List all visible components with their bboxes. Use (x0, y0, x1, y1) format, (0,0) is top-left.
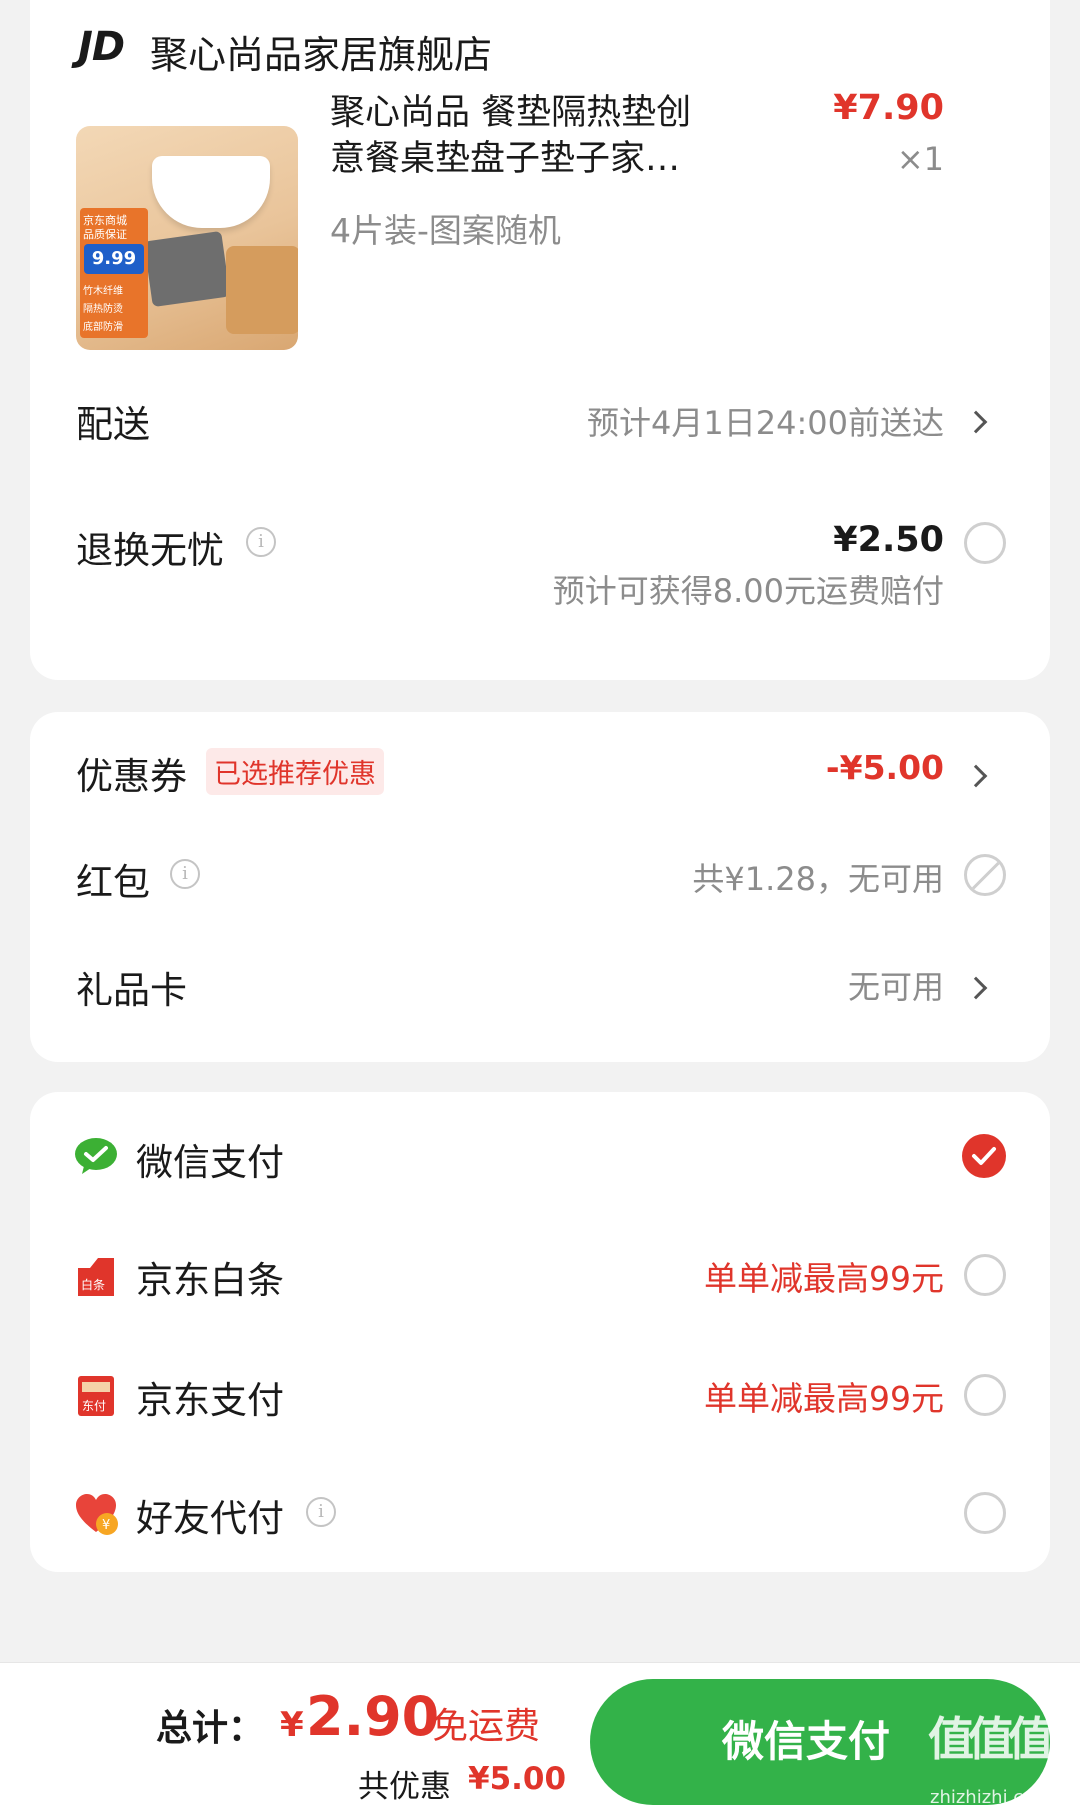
checked-radio-icon[interactable] (962, 1134, 1006, 1178)
image-tag: 品质保证 (83, 228, 127, 241)
disabled-radio-icon (964, 854, 1006, 896)
order-card: JD 聚心尚品家居旗舰店 京东商城 品质保证 9.99 竹木纤维 隔热防烫 底部… (30, 0, 1050, 680)
gift-card-value: 无可用 (847, 968, 944, 1006)
shipping-free-label: 免运费 (432, 1706, 541, 1747)
delivery-label: 配送 (76, 403, 150, 446)
discount-card: 优惠券 已选推荐优惠 -¥5.00 红包 i 共¥1.28，无可用 礼品卡 无可… (30, 712, 1050, 1062)
coupon-label: 优惠券 (76, 755, 187, 798)
coupon-value: -¥5.00 (825, 748, 944, 787)
payment-radio[interactable] (964, 1492, 1006, 1534)
info-icon[interactable]: i (170, 859, 200, 889)
delivery-row[interactable]: 配送 预计4月1日24:00前送达 (30, 370, 1050, 470)
payment-promo: 单单减最高99元 (704, 1259, 944, 1298)
svg-text:东付: 东付 (82, 1399, 106, 1413)
image-tag: 底部防滑 (83, 322, 123, 333)
return-insurance-price: ¥2.50 (833, 520, 944, 560)
red-packet-value: 共¥1.28，无可用 (692, 860, 944, 898)
info-icon[interactable]: i (306, 1497, 336, 1527)
product-variant: 4片装-图案随机 (330, 211, 561, 250)
total-amount: 2.90 (306, 1685, 440, 1748)
chevron-right-icon (964, 976, 988, 1000)
return-insurance-note: 预计可获得8.00元运费赔付 (552, 572, 944, 610)
payment-option-jd-pay[interactable]: 东付 京东支付 单单减最高99元 (30, 1340, 1050, 1450)
mat-shape (226, 246, 298, 334)
bowl-shape (152, 156, 270, 228)
image-tag: 隔热防烫 (83, 304, 123, 315)
watermark-logo: 值值值 (928, 1712, 1054, 1766)
red-packet-row[interactable]: 红包 i 共¥1.28，无可用 (30, 832, 1050, 932)
payment-card: 微信支付 白条 京东白条 单单减最高99元 东付 京东支付 单单减最高99元 ¥… (30, 1092, 1050, 1572)
gift-card-label: 礼品卡 (76, 969, 187, 1012)
return-insurance-radio[interactable] (964, 522, 1006, 564)
gift-card-row[interactable]: 礼品卡 无可用 (30, 940, 1050, 1040)
image-price-tag: 9.99 (84, 244, 144, 274)
jd-pay-icon: 东付 (74, 1374, 118, 1418)
payment-option-label: 好友代付 (136, 1497, 284, 1540)
friend-pay-icon: ¥ (74, 1492, 118, 1536)
payment-radio[interactable] (964, 1254, 1006, 1296)
payment-option-friend-pay[interactable]: ¥ 好友代付 i (30, 1458, 1050, 1568)
checkout-footer: 总计： ¥ 2.90 免运费 共优惠 ¥5.00 微信支付 值值值 zhizhi… (0, 1662, 1080, 1819)
product-title-line: 意餐桌垫盘子垫子家… (330, 139, 681, 179)
delivery-value: 预计4月1日24:00前送达 (587, 404, 944, 442)
svg-text:白条: 白条 (81, 1277, 105, 1292)
payment-option-label: 微信支付 (136, 1141, 284, 1184)
payment-option-wechat[interactable]: 微信支付 (30, 1102, 1050, 1212)
product-title[interactable]: 聚心尚品 餐垫隔热垫创 意餐桌垫盘子垫子家… (330, 90, 691, 182)
coupon-row[interactable]: 优惠券 已选推荐优惠 -¥5.00 (30, 722, 1050, 822)
chevron-right-icon (964, 764, 988, 788)
product-quantity: ×1 (896, 140, 944, 178)
return-insurance-row[interactable]: 退换无忧 i ¥2.50 预计可获得8.00元运费赔付 (30, 500, 1050, 650)
payment-option-baitiao[interactable]: 白条 京东白条 单单减最高99元 (30, 1220, 1050, 1330)
total-label: 总计： (156, 1708, 265, 1749)
payment-promo: 单单减最高99元 (704, 1379, 944, 1418)
jd-logo: JD (78, 24, 125, 70)
return-insurance-label: 退换无忧 (76, 529, 224, 572)
svg-text:¥: ¥ (102, 1518, 110, 1533)
mat-shape (143, 230, 231, 308)
chevron-right-icon (964, 410, 988, 434)
image-tag-block: 京东商城 品质保证 9.99 竹木纤维 隔热防烫 底部防滑 (80, 208, 148, 338)
product-image[interactable]: 京东商城 品质保证 9.99 竹木纤维 隔热防烫 底部防滑 (76, 126, 298, 350)
discount-amount: ¥5.00 (468, 1761, 567, 1797)
watermark-url: zhizhizhi.com (930, 1787, 1052, 1808)
discount-label: 共优惠 (358, 1769, 451, 1805)
store-name[interactable]: 聚心尚品家居旗舰店 (150, 24, 492, 79)
payment-option-label: 京东白条 (136, 1259, 284, 1302)
product-title-line: 聚心尚品 餐垫隔热垫创 (330, 93, 692, 133)
wechat-icon (74, 1134, 118, 1178)
coupon-badge: 已选推荐优惠 (206, 748, 384, 795)
payment-radio[interactable] (964, 1374, 1006, 1416)
image-tag: 竹木纤维 (83, 286, 123, 297)
payment-option-label: 京东支付 (136, 1379, 284, 1422)
baitiao-icon: 白条 (74, 1254, 118, 1298)
total-currency: ¥ (280, 1705, 304, 1745)
product-price: ¥7.90 (833, 88, 944, 128)
red-packet-label: 红包 (76, 861, 150, 904)
info-icon[interactable]: i (246, 527, 276, 557)
